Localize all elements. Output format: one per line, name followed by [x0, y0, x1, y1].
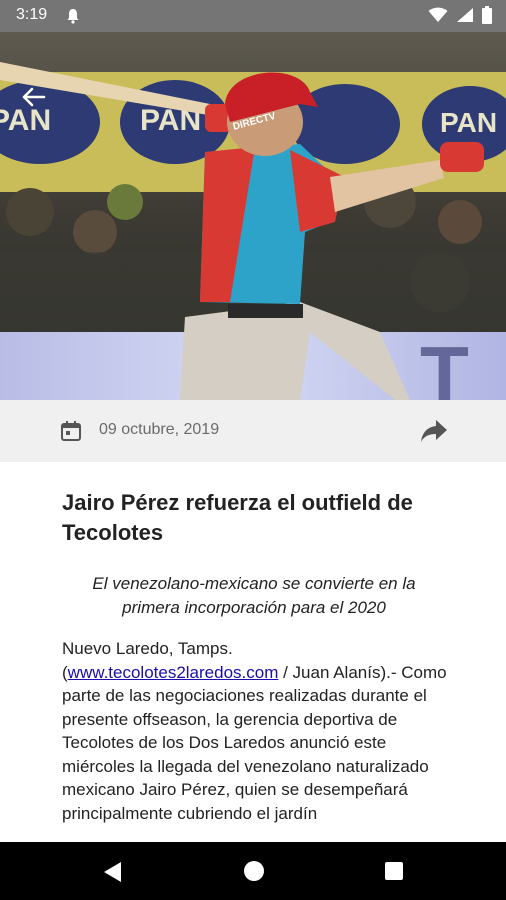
share-icon[interactable] — [420, 418, 448, 444]
article-subtitle: El venezolano-mexicano se convierte en l… — [92, 574, 416, 617]
article-source-link[interactable]: www.tecolotes2laredos.com — [68, 663, 279, 682]
signal-icon — [457, 8, 473, 22]
article-body: Nuevo Laredo, Tamps. (www.tecolotes2lare… — [62, 637, 452, 825]
nav-home-icon[interactable] — [244, 861, 264, 881]
article-content: Jairo Pérez refuerza el outfield de Teco… — [0, 462, 506, 842]
battery-icon — [482, 6, 492, 24]
status-time: 3:19 — [16, 6, 48, 23]
article-meta-bar: 09 octubre, 2019 — [0, 400, 506, 462]
wifi-icon — [428, 7, 448, 22]
arrow-back-icon[interactable] — [18, 82, 48, 112]
svg-text:PAN: PAN — [440, 107, 497, 138]
status-bar: 3:19 — [0, 0, 506, 32]
status-icons — [428, 6, 492, 24]
hero-image: PAN PAN PAN 0 T DIRECTV — [0, 32, 506, 400]
nav-back-icon[interactable] — [103, 861, 123, 883]
article-date: 09 octubre, 2019 — [99, 421, 220, 438]
article-title: Jairo Pérez refuerza el outfield de Teco… — [62, 490, 413, 545]
notification-bell-icon — [67, 9, 79, 24]
calendar-icon — [61, 421, 81, 441]
article-body-text: / Juan Alanís).- Como parte de las negoc… — [62, 662, 447, 823]
system-nav-bar — [0, 842, 506, 900]
nav-recents-icon[interactable] — [385, 862, 403, 880]
svg-text:T: T — [420, 330, 469, 400]
baseball-batter-photo: PAN PAN PAN 0 T DIRECTV — [0, 32, 506, 400]
